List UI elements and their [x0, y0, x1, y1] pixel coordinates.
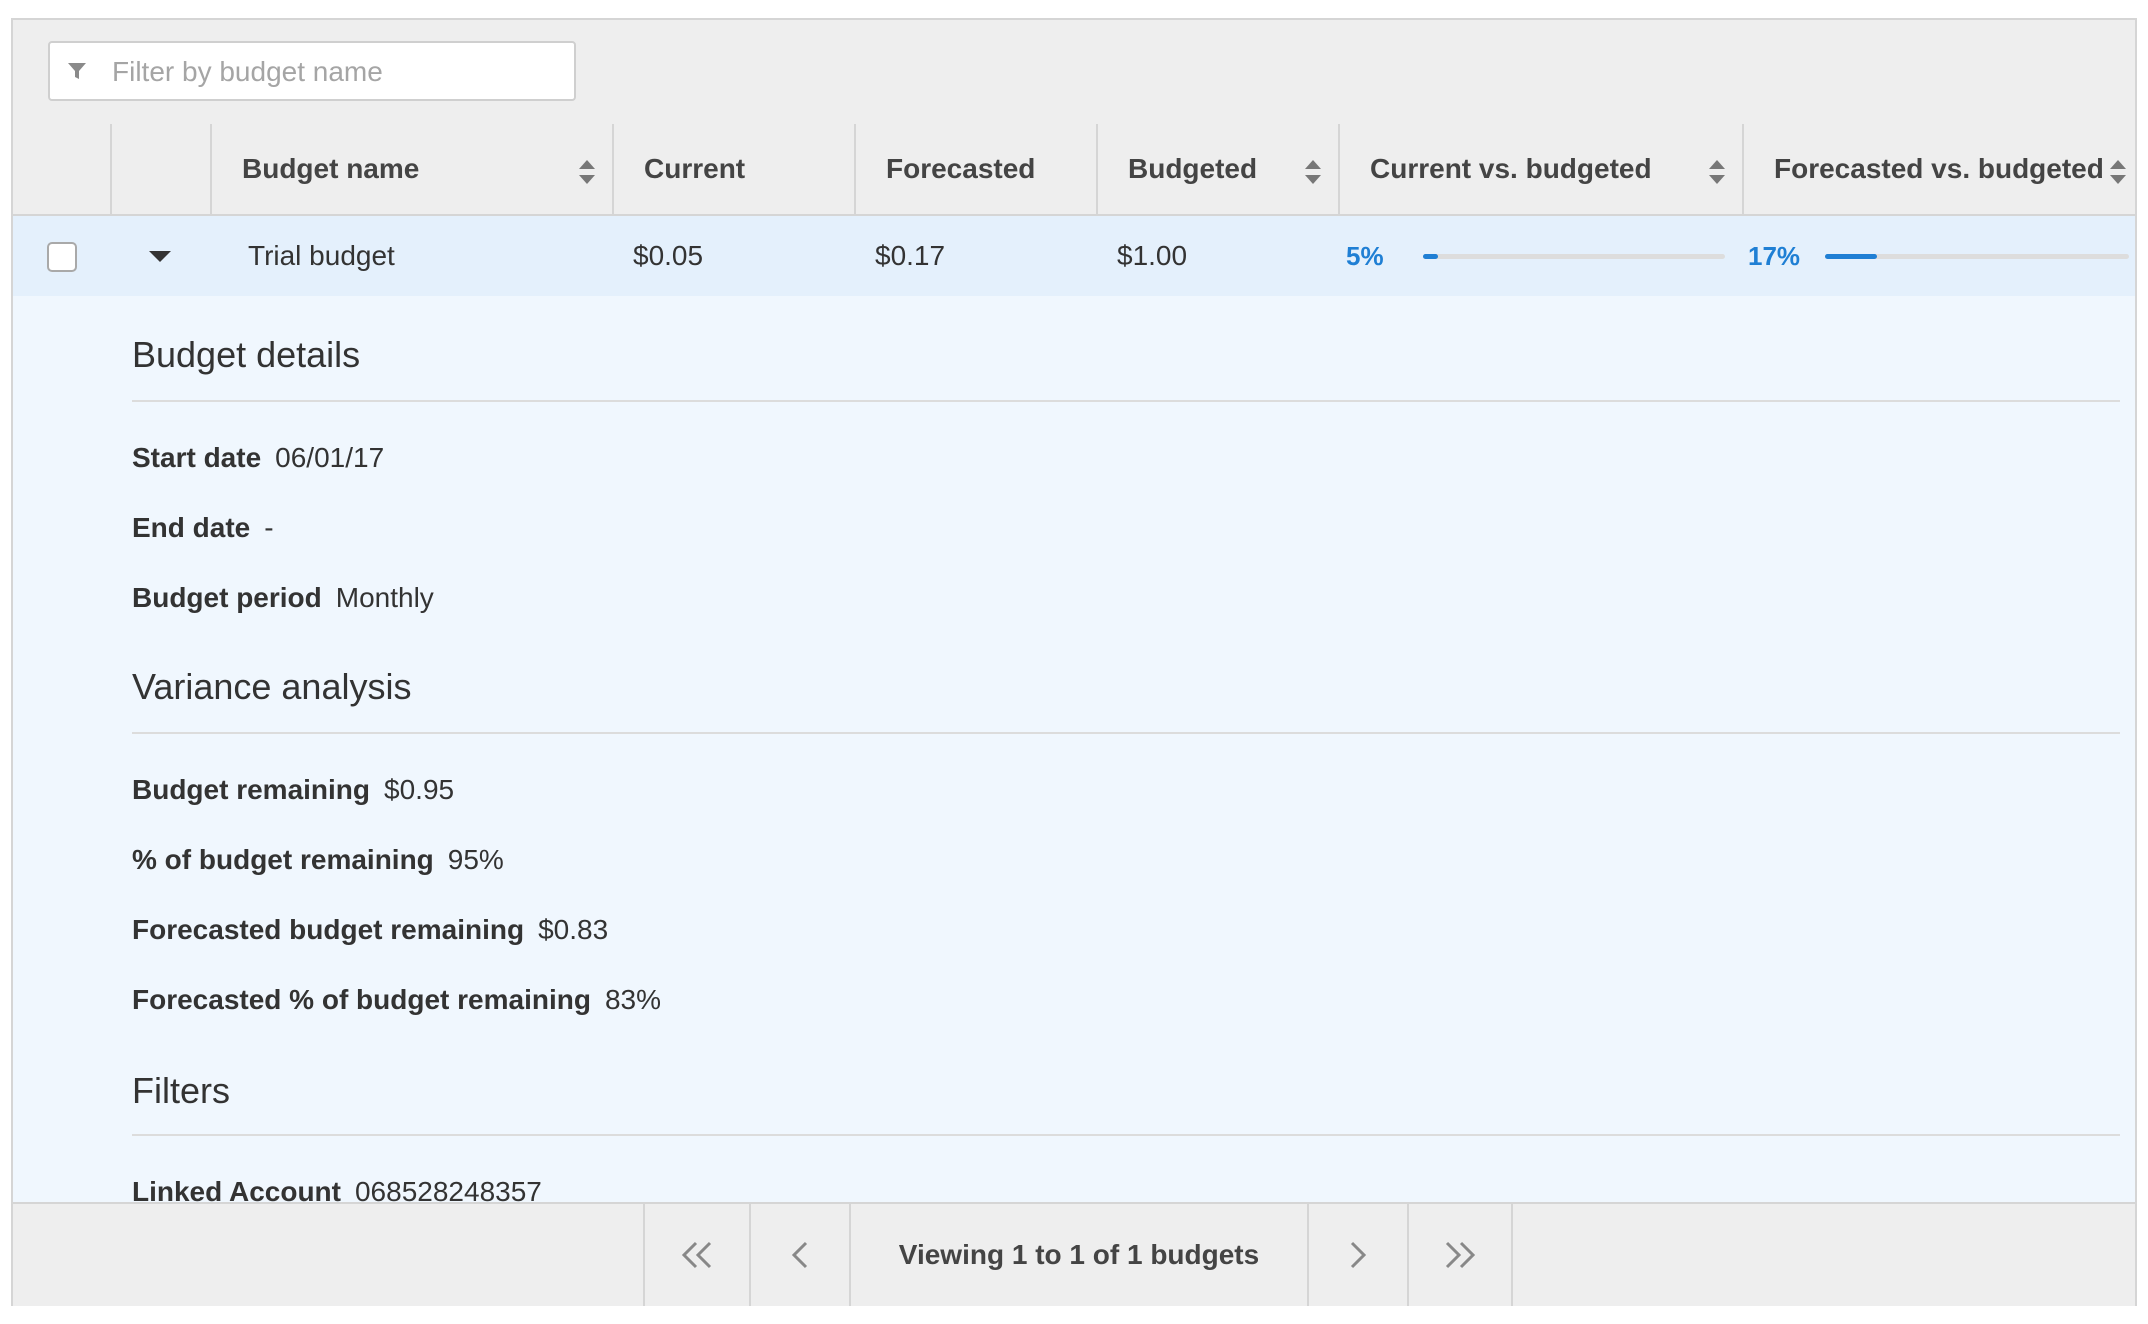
divider: [132, 1134, 2120, 1136]
filter-input[interactable]: [110, 43, 564, 101]
caret-down-icon[interactable]: [148, 248, 172, 264]
budget-remaining-field: Budget remaining $0.95: [132, 774, 454, 806]
header-current-vs-budgeted[interactable]: Current vs. budgeted: [1340, 124, 1744, 214]
next-page-button[interactable]: [1307, 1204, 1407, 1306]
budgets-table-panel: Budget name Current Forecasted Budgeted …: [11, 18, 2137, 1306]
row-checkbox[interactable]: [47, 242, 77, 272]
pagination-text: Viewing 1 to 1 of 1 budgets: [898, 1239, 1260, 1270]
header-budget-name-label: Budget name: [242, 153, 420, 184]
forecasted-budget-remaining-label: Forecasted budget remaining: [132, 914, 525, 945]
forecasted-budget-remaining-field: Forecasted budget remaining $0.83: [132, 914, 608, 946]
budget-remaining-label: Budget remaining: [132, 774, 371, 805]
first-page-button[interactable]: [643, 1204, 749, 1306]
header-budget-name[interactable]: Budget name: [212, 124, 614, 214]
budget-period-label: Budget period: [132, 582, 322, 613]
header-budgeted[interactable]: Budgeted: [1098, 124, 1340, 214]
forecasted-pct-remaining-value: 83%: [604, 984, 661, 1015]
divider: [132, 732, 2120, 734]
divider: [132, 400, 2120, 402]
cell-forecasted: $0.17: [875, 240, 946, 271]
sort-icon[interactable]: [1708, 158, 1726, 186]
cell-budget-name[interactable]: Trial budget: [248, 216, 395, 296]
filter-field[interactable]: [48, 41, 576, 101]
sort-icon[interactable]: [1304, 158, 1322, 186]
variance-analysis-heading: Variance analysis: [132, 666, 412, 707]
header-current-vs-budgeted-label: Current vs. budgeted: [1370, 153, 1652, 184]
forecasted-vs-budgeted-bar-fill: [1825, 254, 1877, 259]
forecasted-pct-remaining-field: Forecasted % of budget remaining 83%: [132, 984, 661, 1016]
pct-budget-remaining-value: 95%: [447, 844, 504, 875]
pagination-status: Viewing 1 to 1 of 1 budgets: [849, 1204, 1307, 1306]
filter-bar: [13, 20, 2135, 126]
previous-page-button[interactable]: [749, 1204, 849, 1306]
double-chevron-left-icon: [681, 1241, 712, 1269]
header-budgeted-label: Budgeted: [1128, 153, 1258, 184]
forecasted-pct-remaining-label: Forecasted % of budget remaining: [132, 984, 591, 1015]
start-date-label: Start date: [132, 442, 262, 473]
end-date-field: End date -: [132, 512, 274, 544]
forecasted-vs-budgeted-bar: [1825, 254, 2129, 259]
header-forecasted-vs-budgeted[interactable]: Forecasted vs. budgeted: [1744, 124, 2135, 214]
filter-icon: [68, 63, 86, 79]
table-header: Budget name Current Forecasted Budgeted …: [13, 124, 2135, 216]
last-page-button[interactable]: [1407, 1204, 1513, 1306]
chevron-right-icon: [1350, 1241, 1367, 1269]
sort-icon[interactable]: [578, 158, 596, 186]
header-select-column: [13, 124, 112, 214]
budget-details-panel: Budget details Start date 06/01/17 End da…: [13, 296, 2135, 1210]
sort-icon[interactable]: [2109, 158, 2127, 186]
pagination-bar: Viewing 1 to 1 of 1 budgets: [13, 1202, 2135, 1306]
start-date-field: Start date 06/01/17: [132, 442, 384, 474]
budget-period-field: Budget period Monthly: [132, 582, 434, 614]
budget-details-heading: Budget details: [132, 334, 361, 375]
header-expand-column: [112, 124, 212, 214]
pct-budget-remaining-label: % of budget remaining: [132, 844, 434, 875]
chevron-left-icon: [791, 1241, 808, 1269]
header-current-label: Current: [644, 153, 746, 184]
budget-remaining-value: $0.95: [384, 774, 455, 805]
forecasted-vs-budgeted-percent: 17%: [1748, 240, 1801, 271]
end-date-label: End date: [132, 512, 251, 543]
current-vs-budgeted-bar: [1423, 254, 1725, 259]
header-forecasted: Forecasted: [856, 124, 1098, 214]
start-date-value: 06/01/17: [275, 442, 385, 473]
header-forecasted-vs-budgeted-label: Forecasted vs. budgeted: [1774, 153, 2104, 184]
current-vs-budgeted-percent: 5%: [1346, 240, 1384, 271]
header-forecasted-label: Forecasted: [886, 153, 1036, 184]
double-chevron-right-icon: [1445, 1241, 1476, 1269]
forecasted-budget-remaining-value: $0.83: [538, 914, 609, 945]
table-row[interactable]: Trial budget $0.05 $0.17 $1.00 5% 17%: [13, 216, 2135, 296]
cell-current: $0.05: [633, 240, 704, 271]
filters-heading: Filters: [132, 1070, 230, 1111]
current-vs-budgeted-bar-fill: [1423, 254, 1439, 259]
header-current: Current: [614, 124, 856, 214]
budget-period-value: Monthly: [335, 582, 434, 613]
cell-budgeted: $1.00: [1117, 240, 1188, 271]
end-date-value: -: [264, 512, 274, 543]
pct-budget-remaining-field: % of budget remaining 95%: [132, 844, 504, 876]
